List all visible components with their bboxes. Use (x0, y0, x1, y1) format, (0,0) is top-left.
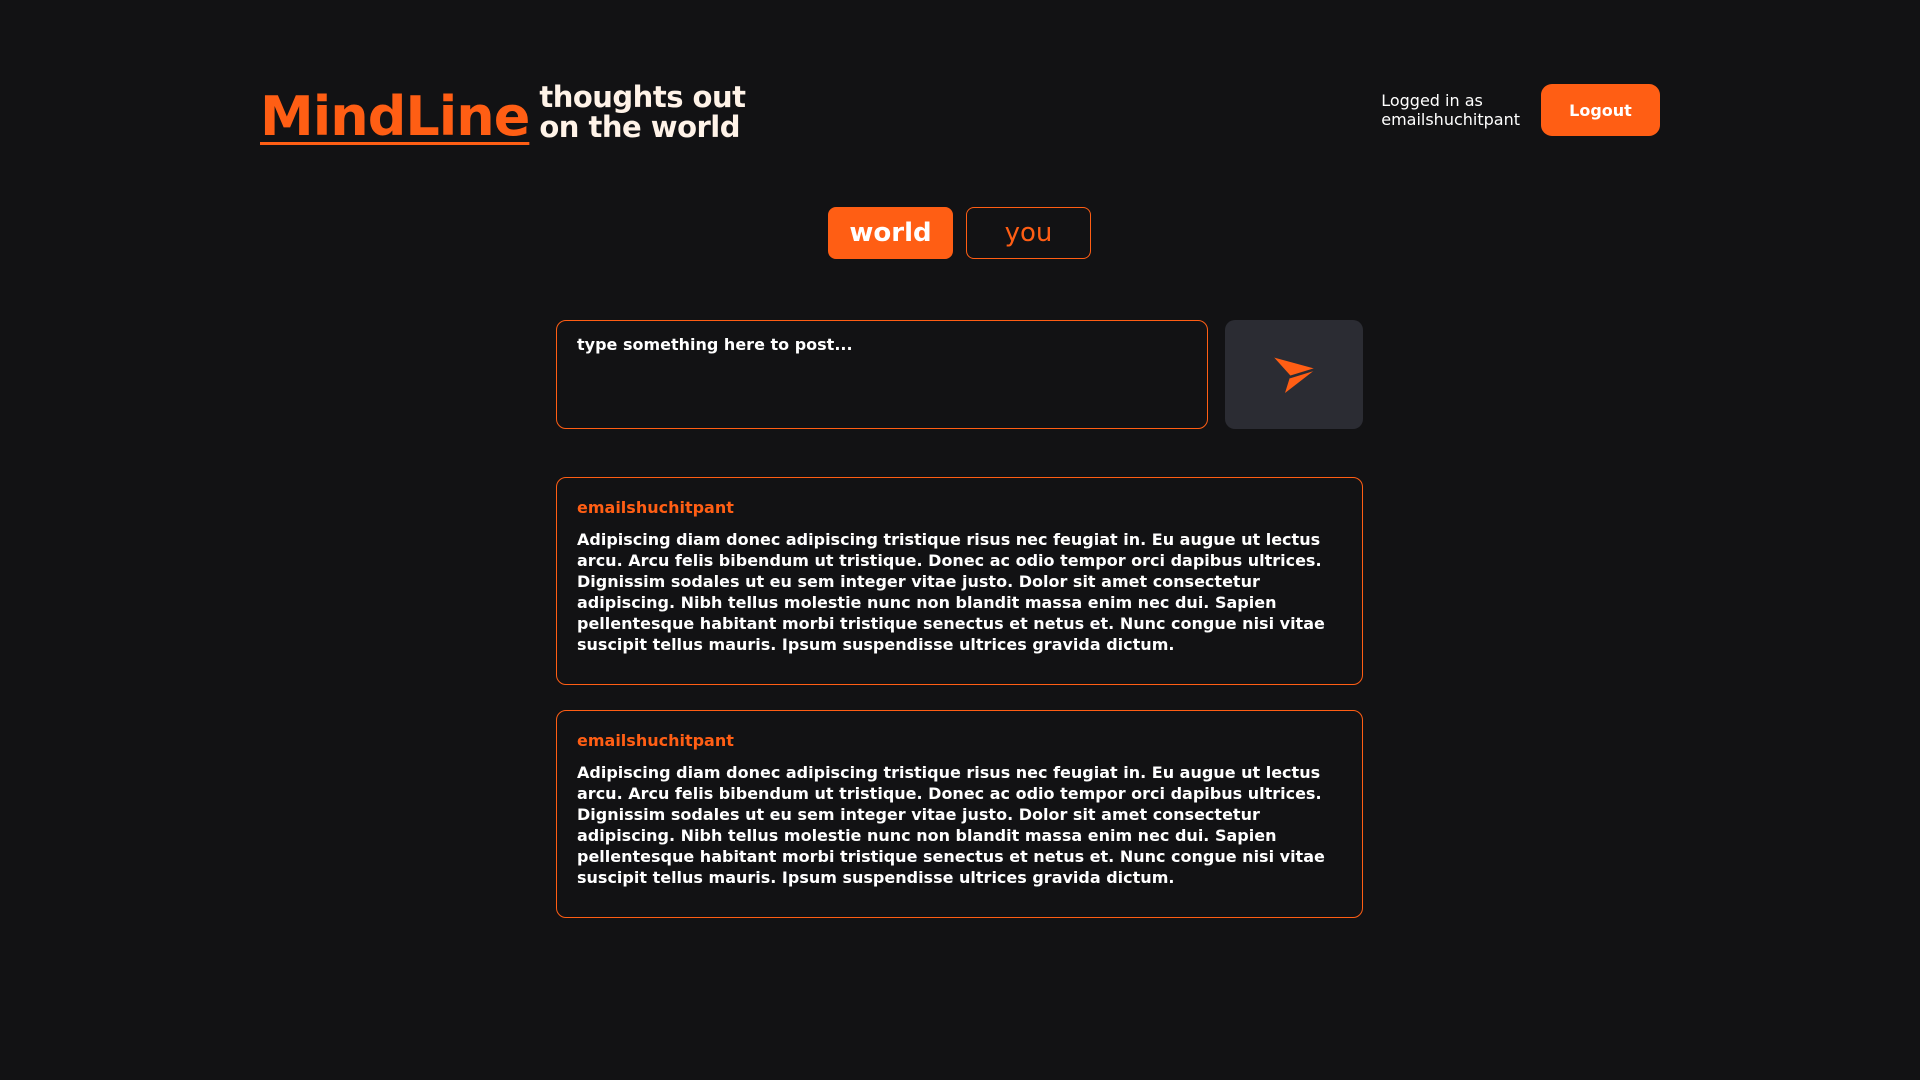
post-feed: emailshuchitpant Adipiscing diam donec a… (556, 477, 1363, 943)
post-author[interactable]: emailshuchitpant (577, 498, 1342, 517)
login-label: Logged in as (1381, 91, 1483, 110)
post-body: Adipiscing diam donec adipiscing tristiq… (577, 530, 1325, 654)
user-area: Logged in as emailshuchitpant Logout (1381, 84, 1660, 136)
post-card: emailshuchitpant Adipiscing diam donec a… (556, 710, 1363, 918)
feed-tabs: world you (828, 207, 1091, 259)
post-author[interactable]: emailshuchitpant (577, 731, 1342, 750)
page: MindLine thoughts out on the world Logge… (0, 0, 1920, 1080)
send-icon (1271, 355, 1317, 393)
brand: MindLine thoughts out on the world (260, 80, 746, 144)
username-label: emailshuchitpant (1381, 110, 1520, 129)
logo-link[interactable]: MindLine (260, 90, 530, 144)
post-composer (556, 320, 1363, 429)
tab-world[interactable]: world (828, 207, 953, 259)
tagline-line-1: thoughts out (539, 80, 746, 114)
send-button[interactable] (1225, 320, 1363, 429)
logout-button[interactable]: Logout (1541, 84, 1660, 136)
post-body: Adipiscing diam donec adipiscing tristiq… (577, 763, 1325, 887)
tagline-line-2: on the world (539, 110, 740, 144)
post-input[interactable] (556, 320, 1208, 429)
post-card: emailshuchitpant Adipiscing diam donec a… (556, 477, 1363, 685)
tab-you[interactable]: you (966, 207, 1091, 259)
tagline: thoughts out on the world (539, 80, 746, 144)
login-info: Logged in as emailshuchitpant (1381, 91, 1520, 129)
